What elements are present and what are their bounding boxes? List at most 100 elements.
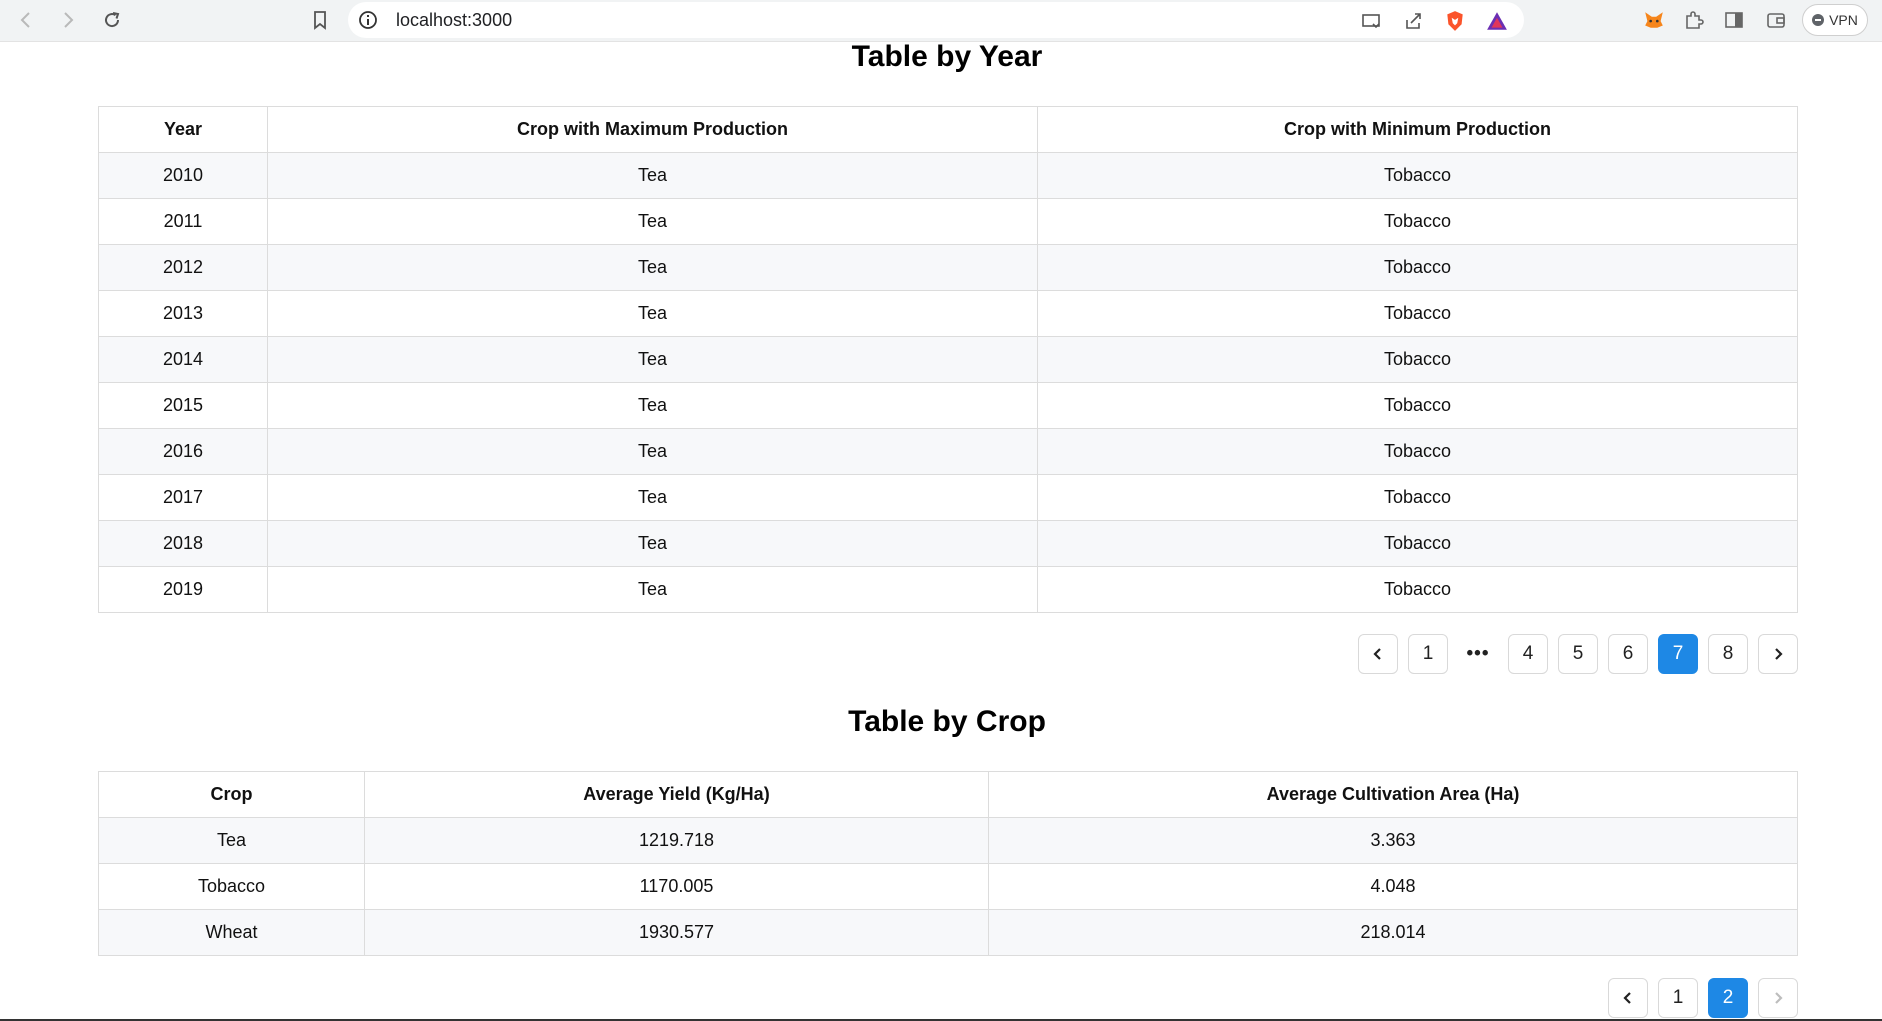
table-row: Wheat 1930.577 218.014 bbox=[98, 909, 1798, 956]
table-cell: 2019 bbox=[98, 566, 268, 613]
page-button[interactable]: 5 bbox=[1558, 634, 1598, 674]
table-cell: Tea bbox=[98, 817, 365, 864]
year-table-title: Table by Year bbox=[851, 40, 1043, 73]
table-row: 2012 Tea Tobacco bbox=[98, 244, 1798, 291]
page-button[interactable]: 1 bbox=[1408, 634, 1448, 674]
chevron-left-icon bbox=[1623, 992, 1631, 1004]
table-cell: 2018 bbox=[98, 520, 268, 567]
column-header-average-area[interactable]: Average Cultivation Area (Ha) bbox=[988, 771, 1798, 818]
previous-page-button[interactable] bbox=[1358, 634, 1398, 674]
chevron-right-icon bbox=[64, 12, 74, 28]
table-cell: Wheat bbox=[98, 909, 365, 956]
reload-icon bbox=[105, 12, 120, 28]
page-button[interactable]: 1 bbox=[1658, 978, 1698, 1018]
table-row: 2019 Tea Tobacco bbox=[98, 566, 1798, 613]
table-cell: Tobacco bbox=[1037, 520, 1798, 567]
table-cell: Tea bbox=[267, 336, 1038, 383]
table-cell: 2015 bbox=[98, 382, 268, 429]
page-button[interactable]: 4 bbox=[1508, 634, 1548, 674]
vpn-button[interactable]: VPN bbox=[1802, 4, 1868, 36]
chevron-left-icon bbox=[20, 12, 30, 28]
back-button[interactable] bbox=[10, 4, 42, 36]
table-cell: 2014 bbox=[98, 336, 268, 383]
next-page-button[interactable] bbox=[1758, 978, 1798, 1018]
column-header-max-crop[interactable]: Crop with Maximum Production bbox=[267, 106, 1038, 153]
table-cell: 1170.005 bbox=[364, 863, 989, 910]
page-button[interactable]: 6 bbox=[1608, 634, 1648, 674]
table-row: 2017 Tea Tobacco bbox=[98, 474, 1798, 521]
table-row: 2010 Tea Tobacco bbox=[98, 152, 1798, 199]
extensions-puzzle-icon[interactable] bbox=[1680, 6, 1708, 34]
table-cell: 2010 bbox=[98, 152, 268, 199]
table-cell: 2011 bbox=[98, 198, 268, 245]
table-row: Tobacco 1170.005 4.048 bbox=[98, 863, 1798, 910]
year-table: Year Crop with Maximum Production Crop w… bbox=[98, 106, 1798, 613]
table-cell: 2017 bbox=[98, 474, 268, 521]
year-table-body: 2010 Tea Tobacco 2011 Tea Tobacco 2012 Tea Tobac… bbox=[98, 152, 1798, 613]
page-button[interactable]: 2 bbox=[1708, 978, 1748, 1018]
crop-table-body: Tea 1219.718 3.363 Tobacco 1170.005 4.048 Whea… bbox=[98, 817, 1798, 956]
brave-shields-icon[interactable] bbox=[1442, 8, 1468, 34]
column-header-year[interactable]: Year bbox=[98, 106, 268, 153]
next-page-button[interactable] bbox=[1758, 634, 1798, 674]
table-cell: 1219.718 bbox=[364, 817, 989, 864]
table-cell: 3.363 bbox=[988, 817, 1798, 864]
info-icon[interactable] bbox=[358, 10, 378, 30]
crop-table-title: Table by Crop bbox=[848, 705, 1046, 738]
column-header-average-yield[interactable]: Average Yield (Kg/Ha) bbox=[364, 771, 989, 818]
share-icon[interactable] bbox=[1400, 8, 1426, 34]
cast-icon[interactable] bbox=[1358, 8, 1384, 34]
crop-table-pagination: 12 bbox=[1608, 978, 1798, 1018]
reload-button[interactable] bbox=[96, 4, 128, 36]
table-cell: 2013 bbox=[98, 290, 268, 337]
table-cell: Tea bbox=[267, 566, 1038, 613]
page-button[interactable]: 8 bbox=[1708, 634, 1748, 674]
table-cell: Tobacco bbox=[1037, 244, 1798, 291]
crop-table-header: Crop Average Yield (Kg/Ha) Average Culti… bbox=[98, 771, 1798, 818]
table-cell: Tobacco bbox=[1037, 382, 1798, 429]
year-table-pagination: 1 ••• 4 5 6 7 8 bbox=[1358, 634, 1798, 674]
brave-rewards-icon[interactable] bbox=[1484, 8, 1510, 34]
table-cell: 1930.577 bbox=[364, 909, 989, 956]
table-cell: Tobacco bbox=[1037, 566, 1798, 613]
chevron-left-icon bbox=[1373, 648, 1381, 660]
page-button[interactable]: 7 bbox=[1658, 634, 1698, 674]
chevron-right-icon bbox=[1775, 648, 1783, 660]
table-row: 2016 Tea Tobacco bbox=[98, 428, 1798, 475]
metamask-icon[interactable] bbox=[1640, 6, 1668, 34]
table-cell: Tobacco bbox=[1037, 290, 1798, 337]
bookmark-button[interactable] bbox=[304, 4, 336, 36]
page-ellipsis[interactable]: ••• bbox=[1458, 634, 1498, 674]
table-cell: Tea bbox=[267, 474, 1038, 521]
address-bar[interactable]: localhost:3000 bbox=[348, 2, 1524, 38]
wallet-icon[interactable] bbox=[1762, 6, 1790, 34]
browser-toolbar: localhost:3000 VPN bbox=[0, 0, 1882, 42]
table-cell: Tobacco bbox=[1037, 336, 1798, 383]
table-cell: 2016 bbox=[98, 428, 268, 475]
table-cell: 218.014 bbox=[988, 909, 1798, 956]
table-cell: Tea bbox=[267, 244, 1038, 291]
table-cell: 2012 bbox=[98, 244, 268, 291]
table-row: Tea 1219.718 3.363 bbox=[98, 817, 1798, 864]
forward-button[interactable] bbox=[52, 4, 84, 36]
table-row: 2014 Tea Tobacco bbox=[98, 336, 1798, 383]
vpn-status-icon bbox=[1812, 14, 1825, 26]
table-row: 2011 Tea Tobacco bbox=[98, 198, 1798, 245]
column-header-min-crop[interactable]: Crop with Minimum Production bbox=[1037, 106, 1798, 153]
previous-page-button[interactable] bbox=[1608, 978, 1648, 1018]
table-cell: Tea bbox=[267, 290, 1038, 337]
chevron-right-icon bbox=[1775, 992, 1783, 1004]
table-row: 2018 Tea Tobacco bbox=[98, 520, 1798, 567]
table-cell: Tobacco bbox=[1037, 198, 1798, 245]
column-header-crop[interactable]: Crop bbox=[98, 771, 365, 818]
sidebar-toggle-icon[interactable] bbox=[1720, 6, 1748, 34]
table-cell: Tea bbox=[267, 198, 1038, 245]
table-cell: Tobacco bbox=[98, 863, 365, 910]
table-cell: Tobacco bbox=[1037, 428, 1798, 475]
table-cell: Tea bbox=[267, 428, 1038, 475]
table-cell: Tea bbox=[267, 520, 1038, 567]
table-cell: Tea bbox=[267, 152, 1038, 199]
table-cell: Tobacco bbox=[1037, 474, 1798, 521]
crop-table: Crop Average Yield (Kg/Ha) Average Culti… bbox=[98, 771, 1798, 956]
url-text[interactable]: localhost:3000 bbox=[396, 10, 512, 31]
